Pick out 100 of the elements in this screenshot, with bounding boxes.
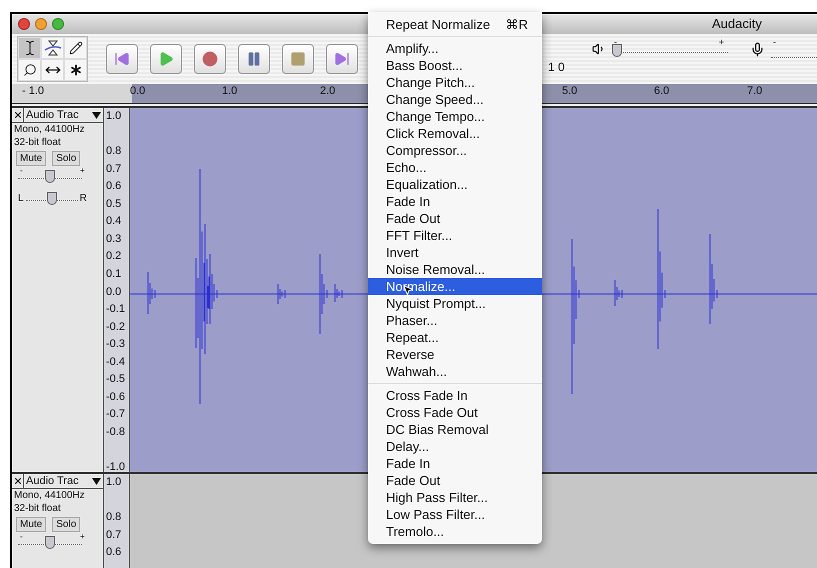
pause-icon bbox=[246, 51, 262, 67]
track-name-menu[interactable]: Audio Trac bbox=[24, 108, 103, 122]
scale-label: 0.8 bbox=[106, 146, 122, 158]
gain-slider[interactable] bbox=[18, 170, 82, 184]
transport-button[interactable] bbox=[326, 44, 358, 74]
slider-thumb[interactable] bbox=[45, 170, 55, 183]
tool-button[interactable] bbox=[18, 59, 41, 81]
gain-plus-label: + bbox=[80, 533, 85, 541]
close-button[interactable] bbox=[12, 474, 24, 488]
menu-item[interactable]: Echo... bbox=[368, 159, 542, 176]
window-title: Audacity bbox=[712, 17, 762, 30]
gain-slider[interactable] bbox=[18, 536, 82, 550]
tool-button[interactable] bbox=[41, 37, 64, 59]
stop-icon bbox=[290, 51, 306, 67]
scale-label: 0.0 bbox=[106, 286, 122, 298]
tool-button[interactable] bbox=[64, 59, 87, 81]
ruler-label: 0.0 bbox=[130, 86, 146, 97]
slider-thumb[interactable] bbox=[46, 192, 57, 205]
minimize-window-button[interactable] bbox=[35, 18, 47, 30]
menu-item[interactable]: Click Removal... bbox=[368, 125, 542, 142]
transport-button[interactable] bbox=[150, 44, 182, 74]
scale-label: -0.8 bbox=[106, 426, 125, 438]
scale-label: -0.3 bbox=[106, 339, 125, 350]
solo-button[interactable]: Solo bbox=[52, 517, 80, 532]
pan-slider[interactable] bbox=[26, 192, 78, 206]
scale-label: -0.1 bbox=[106, 304, 125, 316]
menu-item[interactable]: Phaser... bbox=[368, 312, 542, 329]
transport-button[interactable] bbox=[194, 44, 226, 74]
menu-item[interactable]: Equalization... bbox=[368, 176, 542, 193]
transport-button[interactable] bbox=[282, 44, 314, 74]
meter-scale-label: 1 0 bbox=[548, 61, 565, 73]
scale-label: -1.0 bbox=[106, 462, 125, 473]
pan-right-label: R bbox=[80, 194, 87, 204]
gain-plus-label: + bbox=[80, 167, 85, 175]
track-format: Mono, 44100Hz bbox=[13, 123, 86, 136]
menu-item[interactable]: Wahwah... bbox=[368, 363, 542, 380]
ruler-label: 5.0 bbox=[562, 86, 578, 97]
track-format: Mono, 44100Hz bbox=[13, 489, 86, 502]
close-button[interactable] bbox=[12, 108, 24, 122]
track-bit-depth: 32-bit float bbox=[13, 136, 62, 149]
envelope-icon bbox=[44, 39, 62, 57]
skip-start-icon bbox=[114, 51, 130, 67]
menu-item[interactable]: Fade In bbox=[368, 455, 542, 472]
ruler-label: 7.0 bbox=[747, 86, 762, 97]
menu-item[interactable]: Low Pass Filter... bbox=[368, 506, 542, 523]
scale-label: 1.0 bbox=[106, 477, 122, 488]
menu-item[interactable]: DC Bias Removal bbox=[368, 421, 542, 438]
solo-button[interactable]: Solo bbox=[52, 151, 80, 166]
close-window-button[interactable] bbox=[18, 18, 30, 30]
menu-item[interactable]: Repeat Normalize ⌘R bbox=[368, 16, 542, 33]
tool-button[interactable] bbox=[41, 59, 64, 81]
menu-item[interactable]: Delay... bbox=[368, 438, 542, 455]
menu-item[interactable]: Cross Fade Out bbox=[368, 404, 542, 421]
menu-item[interactable]: High Pass Filter... bbox=[368, 489, 542, 506]
skip-end-icon bbox=[334, 51, 350, 67]
tool-button[interactable] bbox=[64, 37, 87, 59]
close-icon bbox=[12, 476, 22, 486]
scale-label: 0.3 bbox=[106, 234, 122, 245]
menu-item[interactable]: Repeat... bbox=[368, 329, 542, 346]
ruler-label: - 1.0 bbox=[22, 86, 44, 97]
menu-item[interactable]: Change Speed... bbox=[368, 91, 542, 108]
menu-item[interactable]: Bass Boost... bbox=[368, 57, 542, 74]
transport-button[interactable] bbox=[238, 44, 270, 74]
menu-item[interactable]: Reverse bbox=[368, 346, 542, 363]
gain-minus-label: - bbox=[20, 167, 23, 175]
menu-item[interactable]: Cross Fade In bbox=[368, 387, 542, 404]
menu-item[interactable]: Tremolo... bbox=[368, 523, 542, 540]
menu-item[interactable]: Compressor... bbox=[368, 142, 542, 159]
menu-item[interactable]: Fade Out bbox=[368, 210, 542, 227]
scale-label: -0.5 bbox=[106, 374, 125, 386]
slider-thumb[interactable] bbox=[45, 536, 55, 549]
zoom-window-button[interactable] bbox=[52, 18, 64, 30]
track-bit-depth: 32-bit float bbox=[13, 502, 62, 515]
menu-item[interactable]: Nyquist Prompt... bbox=[368, 295, 542, 312]
transport-button[interactable] bbox=[106, 44, 138, 74]
mute-button[interactable]: Mute bbox=[16, 151, 46, 166]
track-name-menu[interactable]: Audio Trac bbox=[24, 474, 103, 488]
scale-label: 0.4 bbox=[106, 216, 122, 228]
mute-button[interactable]: Mute bbox=[16, 517, 46, 532]
ruler-label: 2.0 bbox=[320, 86, 336, 97]
microphone-icon bbox=[750, 42, 765, 56]
gain-minus-label: - bbox=[20, 533, 23, 541]
scale-label: 0.6 bbox=[106, 547, 122, 558]
output-volume-slider[interactable] bbox=[612, 44, 728, 58]
menu-item[interactable]: Change Tempo... bbox=[368, 108, 542, 125]
pencil-icon bbox=[68, 41, 82, 55]
tool-button[interactable] bbox=[18, 37, 41, 59]
menu-item[interactable]: Change Pitch... bbox=[368, 74, 542, 91]
menu-item[interactable]: Invert bbox=[368, 244, 542, 261]
scale-label: 0.8 bbox=[106, 512, 122, 524]
menu-item[interactable]: FFT Filter... bbox=[368, 227, 542, 244]
menu-item[interactable]: Fade In bbox=[368, 193, 542, 210]
record-icon bbox=[202, 51, 218, 67]
caret-icon bbox=[92, 478, 101, 484]
menu-item[interactable]: Noise Removal... bbox=[368, 261, 542, 278]
menu-item[interactable]: Fade Out bbox=[368, 472, 542, 489]
ruler-label: 6.0 bbox=[654, 86, 670, 97]
menu-item[interactable]: Normalize... bbox=[368, 278, 542, 295]
slider-thumb[interactable] bbox=[612, 44, 622, 57]
menu-item[interactable]: Amplify... bbox=[368, 40, 542, 57]
